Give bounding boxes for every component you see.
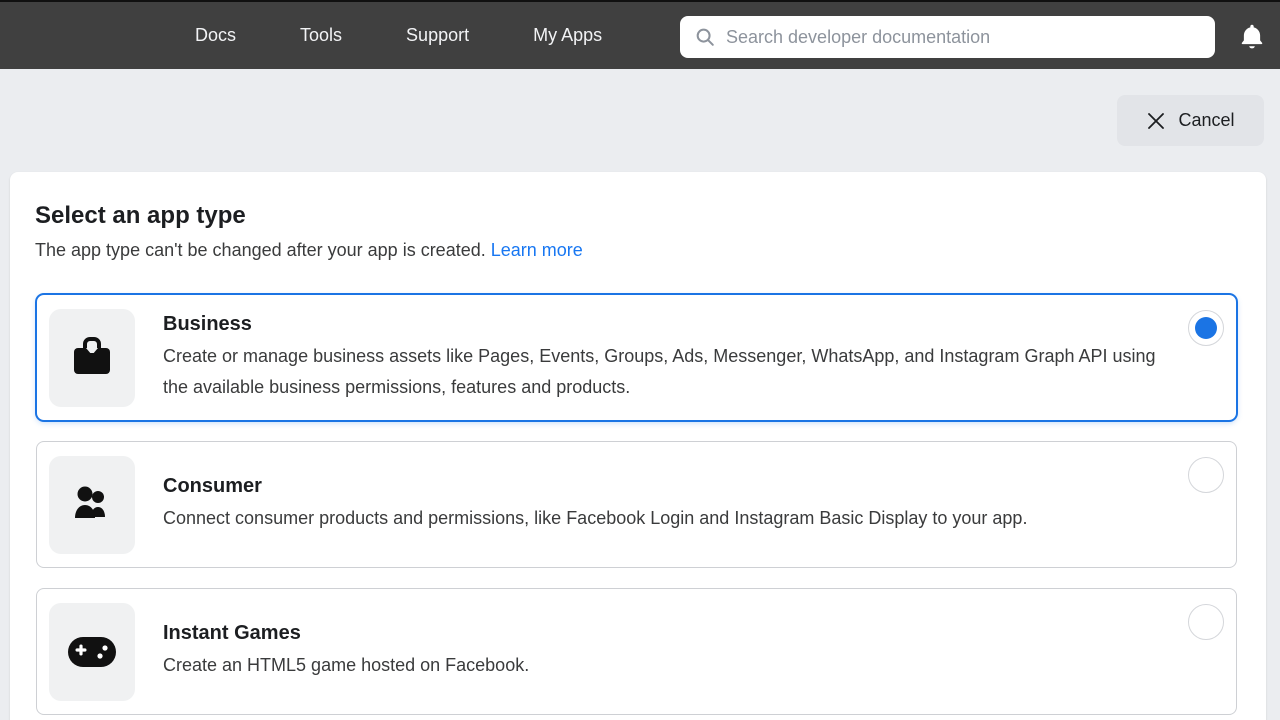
card-description-consumer: Connect consumer products and permission… [163,503,1027,534]
people-icon [69,485,115,525]
nav-item-tools[interactable]: Tools [300,25,342,46]
cancel-button-label: Cancel [1178,110,1234,131]
card-text-consumer: Consumer Connect consumer products and p… [163,475,1027,534]
nav-item-docs[interactable]: Docs [195,25,236,46]
notifications-button[interactable] [1234,19,1270,55]
radio-consumer[interactable] [1188,457,1224,493]
nav-item-my-apps[interactable]: My Apps [533,25,602,46]
card-description-instant-games: Create an HTML5 game hosted on Facebook. [163,650,529,681]
app-type-card-business[interactable]: Business Create or manage business asset… [36,294,1237,421]
card-title-business: Business [163,313,1176,336]
briefcase-icon [69,336,115,380]
search-icon [694,26,716,48]
radio-business[interactable] [1188,310,1224,346]
app-type-panel: Select an app type The app type can't be… [10,172,1266,720]
radio-instant-games[interactable] [1188,604,1224,640]
nav-menu: Docs Tools Support My Apps [195,2,602,69]
people-icon-tile [49,456,135,554]
app-type-card-consumer[interactable]: Consumer Connect consumer products and p… [36,441,1237,568]
card-description-business: Create or manage business assets like Pa… [163,341,1176,403]
card-text-instant-games: Instant Games Create an HTML5 game hoste… [163,622,529,681]
page-subtitle: The app type can't be changed after your… [35,240,583,261]
cancel-button[interactable]: Cancel [1117,95,1264,146]
gamepad-icon-tile [49,603,135,701]
card-text-business: Business Create or manage business asset… [163,313,1176,403]
close-icon [1146,111,1166,131]
briefcase-icon-tile [49,309,135,407]
learn-more-link[interactable]: Learn more [491,240,583,260]
bell-icon [1237,22,1267,52]
page-title: Select an app type [35,202,246,230]
card-title-consumer: Consumer [163,475,1027,498]
subtitle-text: The app type can't be changed after your… [35,240,486,260]
card-title-instant-games: Instant Games [163,622,529,645]
nav-item-support[interactable]: Support [406,25,469,46]
gamepad-icon [67,636,117,668]
search-bar[interactable] [680,16,1215,58]
search-input[interactable] [726,27,1201,48]
app-type-card-instant-games[interactable]: Instant Games Create an HTML5 game hoste… [36,588,1237,715]
top-navigation-bar: Docs Tools Support My Apps [0,0,1280,69]
